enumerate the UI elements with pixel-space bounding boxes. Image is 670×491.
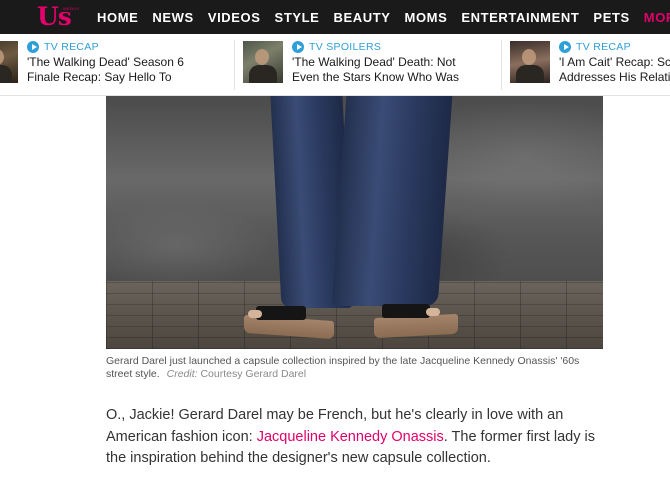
trending-thumbnail bbox=[0, 41, 18, 83]
nav-item-pets[interactable]: PETS bbox=[593, 10, 629, 25]
jacqueline-kennedy-onassis-link[interactable]: Jacqueline Kennedy Onassis bbox=[257, 429, 444, 445]
photo-toes-left bbox=[248, 310, 262, 318]
trending-thumbnail bbox=[510, 41, 550, 83]
trending-tag: TV SPOILERS bbox=[292, 41, 381, 53]
play-icon bbox=[292, 41, 304, 53]
article-body: O., Jackie! Gerard Darel may be French, … bbox=[106, 405, 606, 470]
nav-item-videos[interactable]: VIDEOS bbox=[208, 10, 261, 25]
photo-caption: Gerard Darel just launched a capsule col… bbox=[106, 355, 603, 381]
trending-headline[interactable]: 'The Walking Dead' Death: Not Even the S… bbox=[292, 55, 482, 85]
photo-shoe-strap-right bbox=[382, 304, 430, 318]
tag-label: TV RECAP bbox=[576, 41, 631, 53]
trending-card[interactable]: TV SPOILERS 'The Walking Dead' Death: No… bbox=[235, 34, 501, 95]
trending-thumbnail bbox=[243, 41, 283, 83]
thumbnail-face bbox=[522, 49, 536, 65]
nav-item-home[interactable]: HOME bbox=[97, 10, 138, 25]
trending-card[interactable]: TV RECAP 'The Walking Dead' Season 6 Fin… bbox=[0, 34, 234, 95]
nav-item-more[interactable]: MOR bbox=[644, 10, 670, 25]
trending-tag: TV RECAP bbox=[559, 41, 631, 53]
trending-headline[interactable]: 'The Walking Dead' Season 6 Finale Recap… bbox=[27, 55, 217, 85]
article-photo bbox=[106, 96, 603, 349]
nav-item-beauty[interactable]: BEAUTY bbox=[333, 10, 390, 25]
thumbnail-figure bbox=[516, 65, 544, 83]
logo-subtext: WEEKLY bbox=[63, 6, 80, 11]
tag-label: TV RECAP bbox=[44, 41, 99, 53]
tag-label: TV SPOILERS bbox=[309, 41, 382, 53]
photo-jeans-right-leg bbox=[331, 96, 453, 306]
nav-item-style[interactable]: STYLE bbox=[275, 10, 320, 25]
trending-card[interactable]: TV RECAP 'I Am Cait' Recap: Sc Addresses… bbox=[502, 34, 670, 95]
play-icon bbox=[27, 41, 39, 53]
thumbnail-face bbox=[0, 49, 4, 65]
trending-tag: TV RECAP bbox=[27, 41, 99, 53]
nav-item-entertainment[interactable]: ENTERTAINMENT bbox=[461, 10, 579, 25]
nav-links: HOME NEWS VIDEOS STYLE BEAUTY MOMS ENTER… bbox=[97, 0, 670, 34]
top-navigation-bar: Us WEEKLY HOME NEWS VIDEOS STYLE BEAUTY … bbox=[0, 0, 670, 34]
credit-value: Courtesy Gerard Darel bbox=[200, 368, 307, 380]
nav-item-news[interactable]: NEWS bbox=[152, 10, 193, 25]
thumbnail-figure bbox=[0, 65, 12, 83]
trending-strip: TV RECAP 'The Walking Dead' Season 6 Fin… bbox=[0, 34, 670, 96]
nav-item-moms[interactable]: MOMS bbox=[405, 10, 448, 25]
play-icon bbox=[559, 41, 571, 53]
thumbnail-figure bbox=[249, 65, 277, 83]
credit-label: Credit: bbox=[166, 368, 198, 380]
photo-shoe-strap-left bbox=[256, 306, 306, 320]
trending-headline[interactable]: 'I Am Cait' Recap: Sc Addresses His Rela… bbox=[559, 55, 670, 85]
photo-toes-right bbox=[426, 308, 440, 316]
thumbnail-face bbox=[255, 49, 269, 65]
